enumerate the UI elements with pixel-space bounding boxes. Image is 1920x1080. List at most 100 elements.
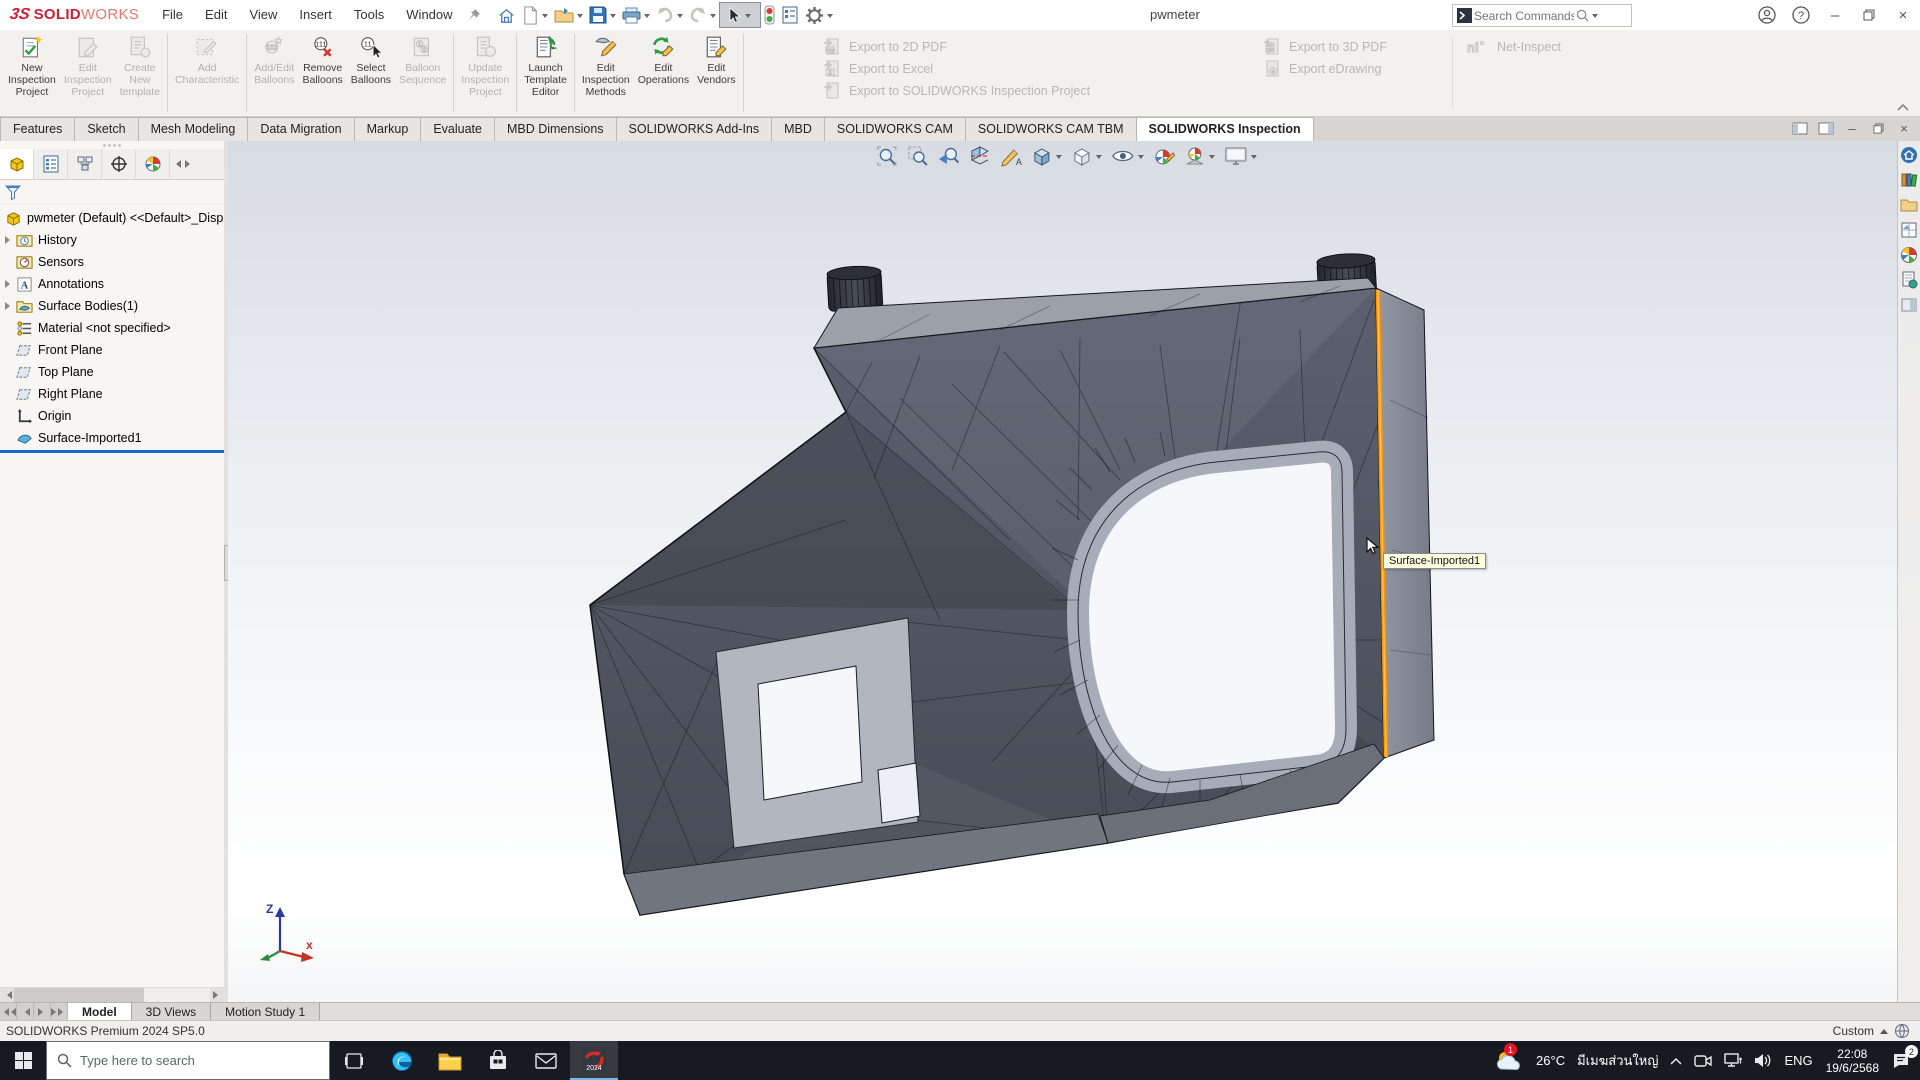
home-button[interactable] xyxy=(494,2,519,28)
export-excel-button[interactable]: X Export to Excel xyxy=(822,58,1090,79)
select-tool-button[interactable] xyxy=(719,2,761,28)
taskbar-search-box[interactable]: Type here to search xyxy=(46,1041,330,1080)
menu-tools[interactable]: Tools xyxy=(343,0,395,30)
file-explorer-icon[interactable] xyxy=(426,1041,474,1080)
view-settings-icon[interactable] xyxy=(1224,145,1257,167)
select-tool-dropdown[interactable] xyxy=(745,14,751,21)
tab-evaluate[interactable]: Evaluate xyxy=(420,117,495,141)
tab-display-manager[interactable] xyxy=(136,149,170,179)
add-characteristic-button[interactable]: Add Characteristic xyxy=(171,30,243,116)
apply-scene-icon[interactable] xyxy=(1184,145,1215,167)
tree-item-history[interactable]: History xyxy=(0,229,224,251)
scroll-left-button[interactable] xyxy=(0,988,14,1002)
export-edrawing-button[interactable]: e Export eDrawing xyxy=(1262,58,1387,79)
update-inspection-project-button[interactable]: Update Inspection Project xyxy=(457,30,513,116)
tree-item-origin[interactable]: Origin xyxy=(0,405,224,427)
panel-drag-handle[interactable] xyxy=(0,141,224,149)
save-button[interactable] xyxy=(586,2,619,28)
expand-arrow-icon[interactable] xyxy=(4,302,15,310)
new-document-dropdown[interactable] xyxy=(542,14,548,21)
undo-button[interactable] xyxy=(653,2,686,28)
tab-solidworks-cam[interactable]: SOLIDWORKS CAM xyxy=(824,117,966,141)
tab-sketch[interactable]: Sketch xyxy=(74,117,138,141)
zoom-to-area-icon[interactable] xyxy=(907,145,929,167)
speaker-icon[interactable] xyxy=(1748,1041,1778,1080)
edge-browser-icon[interactable] xyxy=(378,1041,426,1080)
temperature-text[interactable]: 26°C xyxy=(1530,1041,1571,1080)
menu-view[interactable]: View xyxy=(238,0,288,30)
tab-solidworks-inspection[interactable]: SOLIDWORKS Inspection xyxy=(1136,117,1314,141)
panel-tabs-scroll-left[interactable] xyxy=(170,149,183,179)
options-dropdown[interactable] xyxy=(827,14,833,21)
help-icon[interactable]: ? xyxy=(1784,1,1818,29)
open-dropdown[interactable] xyxy=(577,14,583,21)
language-indicator[interactable]: ENG xyxy=(1778,1041,1818,1080)
3d-model-pwmeter[interactable] xyxy=(228,141,1920,1003)
tab-features[interactable]: Features xyxy=(0,117,75,141)
add-edit-balloons-button[interactable]: 111 Add/Edit Balloons xyxy=(250,30,298,116)
print-button[interactable] xyxy=(619,2,653,28)
export-3d-pdf-button[interactable]: 3DPDF Export to 3D PDF xyxy=(1262,36,1387,57)
account-icon[interactable] xyxy=(1750,1,1784,29)
previous-view-icon[interactable] xyxy=(938,145,960,167)
weather-icon[interactable]: 1 xyxy=(1488,1041,1530,1080)
menu-window[interactable]: Window xyxy=(395,0,463,30)
scroll-thumb[interactable] xyxy=(14,988,144,1002)
edit-vendors-button[interactable]: Edit Vendors xyxy=(693,30,740,116)
microsoft-store-icon[interactable] xyxy=(474,1041,522,1080)
create-new-template-button[interactable]: Create New template xyxy=(116,30,164,116)
tree-item-sensors[interactable]: Sensors xyxy=(0,251,224,273)
tab-feature-tree[interactable] xyxy=(0,149,34,179)
graphics-viewport[interactable]: A Surface-Imported1 Z x xyxy=(228,141,1920,1003)
undo-dropdown[interactable] xyxy=(677,14,683,21)
weather-description-text[interactable]: มีเมฆส่วนใหญ่ xyxy=(1571,1041,1664,1080)
apply-scene-dropdown[interactable] xyxy=(1209,155,1215,162)
last-tab-button[interactable] xyxy=(51,1003,68,1021)
display-style-dropdown[interactable] xyxy=(1096,155,1102,162)
panel-tabs-scroll-right[interactable] xyxy=(183,149,196,179)
view-orientation-icon[interactable] xyxy=(1031,145,1062,167)
dynamic-annotation-icon[interactable]: A xyxy=(1000,145,1022,167)
tab-data-migration[interactable]: Data Migration xyxy=(247,117,354,141)
menu-insert[interactable]: Insert xyxy=(288,0,343,30)
start-button[interactable] xyxy=(0,1041,46,1080)
prev-tab-button[interactable] xyxy=(17,1003,34,1021)
print-dropdown[interactable] xyxy=(644,14,650,21)
traffic-light-icon[interactable] xyxy=(761,2,778,28)
search-commands-input[interactable] xyxy=(1472,8,1576,24)
remove-balloons-button[interactable]: 111 Remove Balloons xyxy=(299,30,347,116)
units-selector[interactable]: Custom xyxy=(1833,1024,1874,1038)
open-button[interactable] xyxy=(551,2,586,28)
expand-arrow-icon[interactable] xyxy=(4,280,15,288)
tree-item-material[interactable]: Material <not specified> xyxy=(0,317,224,339)
display-pane-left-icon[interactable] xyxy=(1790,119,1810,137)
ribbon-collapse-chevron[interactable] xyxy=(1896,102,1910,112)
tree-item-right-plane[interactable]: Right Plane xyxy=(0,383,224,405)
tab-solidworks-add-ins[interactable]: SOLIDWORKS Add-Ins xyxy=(616,117,773,141)
view-orientation-dropdown[interactable] xyxy=(1056,155,1062,162)
pin-menu-icon[interactable] xyxy=(464,2,484,28)
hide-show-items-icon[interactable] xyxy=(1111,145,1144,167)
tab-markup[interactable]: Markup xyxy=(354,117,422,141)
solidworks-resources-icon[interactable] xyxy=(1900,146,1918,164)
large-opening[interactable] xyxy=(1078,452,1346,783)
display-pane-right-icon[interactable] xyxy=(1816,119,1836,137)
doc-restore-button[interactable] xyxy=(1868,119,1888,137)
file-explorer-icon[interactable] xyxy=(1900,196,1918,214)
tree-item-surface-imported1[interactable]: Surface-Imported1 xyxy=(0,427,224,449)
restore-button[interactable] xyxy=(1852,1,1886,29)
web-globe-icon[interactable] xyxy=(1894,1023,1910,1039)
tab-configuration-manager[interactable] xyxy=(68,149,102,179)
expand-arrow-icon[interactable] xyxy=(4,236,15,244)
search-scope-dropdown[interactable] xyxy=(1592,14,1598,21)
tree-item-surface-bodies[interactable]: Surface Bodies(1) xyxy=(0,295,224,317)
edit-inspection-project-button[interactable]: Edit Inspection Project xyxy=(60,30,116,116)
search-commands-box[interactable] xyxy=(1452,4,1632,27)
redo-dropdown[interactable] xyxy=(710,14,716,21)
options-gear-button[interactable] xyxy=(802,2,836,28)
tree-item-top-plane[interactable]: Top Plane xyxy=(0,361,224,383)
export-2d-pdf-button[interactable]: PDF Export to 2D PDF xyxy=(822,36,1090,57)
rollback-bar[interactable] xyxy=(0,450,224,453)
view-palette-icon[interactable] xyxy=(1900,221,1918,239)
taskbar-clock[interactable]: 22:08 19/6/2568 xyxy=(1819,1047,1886,1075)
